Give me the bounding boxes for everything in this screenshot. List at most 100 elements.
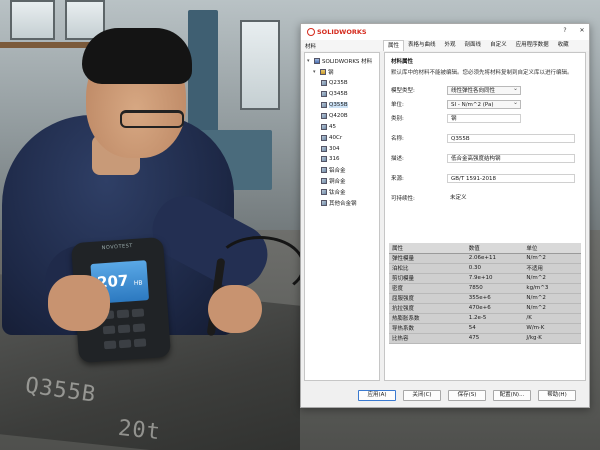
table-cell: 7850 xyxy=(465,283,524,294)
tree-item[interactable]: 铝合金 xyxy=(307,165,377,176)
close-icon[interactable]: ✕ xyxy=(578,27,586,34)
units-select[interactable]: SI - N/m^2 (Pa) xyxy=(447,99,521,109)
tree-item[interactable]: 304 xyxy=(307,143,377,154)
table-cell: 屈服强度 xyxy=(389,293,466,304)
table-row[interactable]: 屈服强度 355e+6 N/m^2 xyxy=(389,293,581,304)
glasses-icon xyxy=(120,110,184,128)
category-row: 类别: 钢 xyxy=(391,111,579,125)
app-name: SOLIDWORKS xyxy=(317,28,367,36)
tree-item-label: 铝合金 xyxy=(329,168,346,175)
source-field[interactable]: GB/T 1591-2018 xyxy=(447,173,575,183)
device-key xyxy=(132,323,146,333)
tree-item-label: Q345B xyxy=(329,91,348,98)
table-cell: kg/m^3 xyxy=(523,283,581,294)
sustainability-row: 可持续性: 未定义 xyxy=(391,191,579,205)
config-button[interactable]: 配置(N)... xyxy=(493,389,531,401)
tree-item-label: Q355B xyxy=(329,102,348,108)
table-cell: 0.30 xyxy=(465,263,524,274)
tree-item-label: Q235B xyxy=(329,80,348,87)
material-icon xyxy=(321,123,327,130)
table-header[interactable]: 数值 xyxy=(465,243,524,254)
table-cell: 抗拉强度 xyxy=(389,303,466,314)
tree-item[interactable]: Q355B xyxy=(307,100,377,111)
device-key xyxy=(131,308,145,318)
device-key xyxy=(102,325,116,335)
chevron-down-icon[interactable]: ▾ xyxy=(313,69,318,75)
material-icon xyxy=(321,167,327,174)
table-cell: 热膨胀系数 xyxy=(389,313,466,324)
table-cell: 剪切模量 xyxy=(389,273,466,284)
material-icon xyxy=(321,189,327,196)
tree-item[interactable]: Q420B xyxy=(307,110,377,121)
tree-item[interactable]: Q235B xyxy=(307,78,377,89)
tree-item[interactable]: 316 xyxy=(307,154,377,165)
model-type-select[interactable]: 线性弹性各向同性 xyxy=(447,85,521,95)
tree-root[interactable]: ▾ SOLIDWORKS 材料 xyxy=(307,56,377,67)
material-tree: ▾ SOLIDWORKS 材料 ▾ 钢 Q235B Q345B Q355B Q420B… xyxy=(304,52,380,381)
tab-1[interactable]: 表格与曲线 xyxy=(404,40,441,51)
table-cell: 1.2e-5 xyxy=(465,313,524,324)
table-cell: 比热容 xyxy=(389,333,466,344)
device-key xyxy=(116,309,130,319)
table-cell: N/m^2 xyxy=(523,273,581,284)
description-field[interactable]: 低合金高强度结构钢 xyxy=(447,153,575,163)
dialog-titlebar[interactable]: SOLIDWORKS ? ✕ xyxy=(301,24,589,40)
table-row[interactable]: 热膨胀系数 1.2e-5/K xyxy=(389,313,581,324)
readonly-note: 默认库中的材料不能被编辑。您必须先将材料复制到自定义库以进行编辑。 xyxy=(391,70,573,76)
category-field[interactable]: 钢 xyxy=(447,113,521,123)
units-row: 单位: SI - N/m^2 (Pa) xyxy=(391,97,579,111)
section-title: 材料属性 xyxy=(391,59,414,65)
help-button[interactable]: 帮助(H) xyxy=(538,389,576,401)
table-row[interactable]: 密度 7850 kg/m^3 xyxy=(389,283,581,294)
dialog-footer: 应用(A) 关闭(C) 保存(S) 配置(N)... 帮助(H) xyxy=(301,383,589,407)
device-key xyxy=(117,324,131,334)
table-row[interactable]: 导热系数 54 W/m·K xyxy=(389,323,581,334)
save-button[interactable]: 保存(S) xyxy=(448,389,486,401)
tree-item-label: 其他合金钢 xyxy=(329,201,357,208)
table-cell: 泊松比 xyxy=(389,263,466,274)
description-label: 描述: xyxy=(391,156,404,162)
apply-button[interactable]: 应用(A) xyxy=(358,389,396,401)
close-button[interactable]: 关闭(C) xyxy=(403,389,441,401)
tab-6[interactable]: 收藏 xyxy=(554,40,574,51)
table-cell: 475 xyxy=(465,333,524,344)
tree-item[interactable]: 45 xyxy=(307,121,377,132)
tree-item[interactable]: 钛合金 xyxy=(307,187,377,198)
units-label: 单位: xyxy=(391,102,404,108)
table-row[interactable]: 抗拉强度 470e+6 N/m^2 xyxy=(389,303,581,314)
table-row[interactable]: 弹性模量 2.06e+11 N/m^2 xyxy=(389,253,581,264)
material-icon xyxy=(321,91,327,98)
tree-item[interactable]: 铜合金 xyxy=(307,176,377,187)
table-cell: 7.9e+10 xyxy=(465,273,524,284)
model-type-row: 模型类型: 线性弹性各向同性 xyxy=(391,83,579,97)
tree-item-label: 40Cr xyxy=(329,134,343,141)
tree-group-steel[interactable]: ▾ 钢 xyxy=(307,67,377,78)
table-row[interactable]: 剪切模量 7.9e+10 N/m^2 xyxy=(389,273,581,284)
tree-item-label: 铜合金 xyxy=(329,179,346,186)
tab-5[interactable]: 应用程序数据 xyxy=(512,40,554,51)
device-key xyxy=(133,338,147,348)
table-cell: 密度 xyxy=(389,283,466,294)
tab-4[interactable]: 自定义 xyxy=(486,40,512,51)
table-cell: 2.06e+11 xyxy=(465,253,524,264)
tree-item[interactable]: Q345B xyxy=(307,89,377,100)
tab-0[interactable]: 属性 xyxy=(383,40,405,51)
tree-item[interactable]: 40Cr xyxy=(307,132,377,143)
name-label: 名称: xyxy=(391,136,404,142)
tab-3[interactable]: 剖面线 xyxy=(461,40,487,51)
tree-group-label: 钢 xyxy=(328,70,334,77)
table-cell: J/kg·K xyxy=(523,333,581,344)
tab-2[interactable]: 外观 xyxy=(441,40,461,51)
table-header[interactable]: 属性 xyxy=(389,243,466,254)
name-field[interactable]: Q355B xyxy=(447,133,575,143)
tree-item-label: 304 xyxy=(329,145,340,152)
table-row[interactable]: 泊松比 0.30 不适用 xyxy=(389,263,581,274)
device-keypad xyxy=(101,308,147,353)
table-cell: /K xyxy=(523,313,581,324)
table-row[interactable]: 比热容 475 J/kg·K xyxy=(389,333,581,344)
tree-item[interactable]: 其他合金钢 xyxy=(307,198,377,209)
table-header[interactable]: 单位 xyxy=(523,243,581,254)
chevron-down-icon[interactable]: ▾ xyxy=(307,58,312,64)
help-icon[interactable]: ? xyxy=(561,27,569,34)
folder-icon xyxy=(320,69,326,76)
